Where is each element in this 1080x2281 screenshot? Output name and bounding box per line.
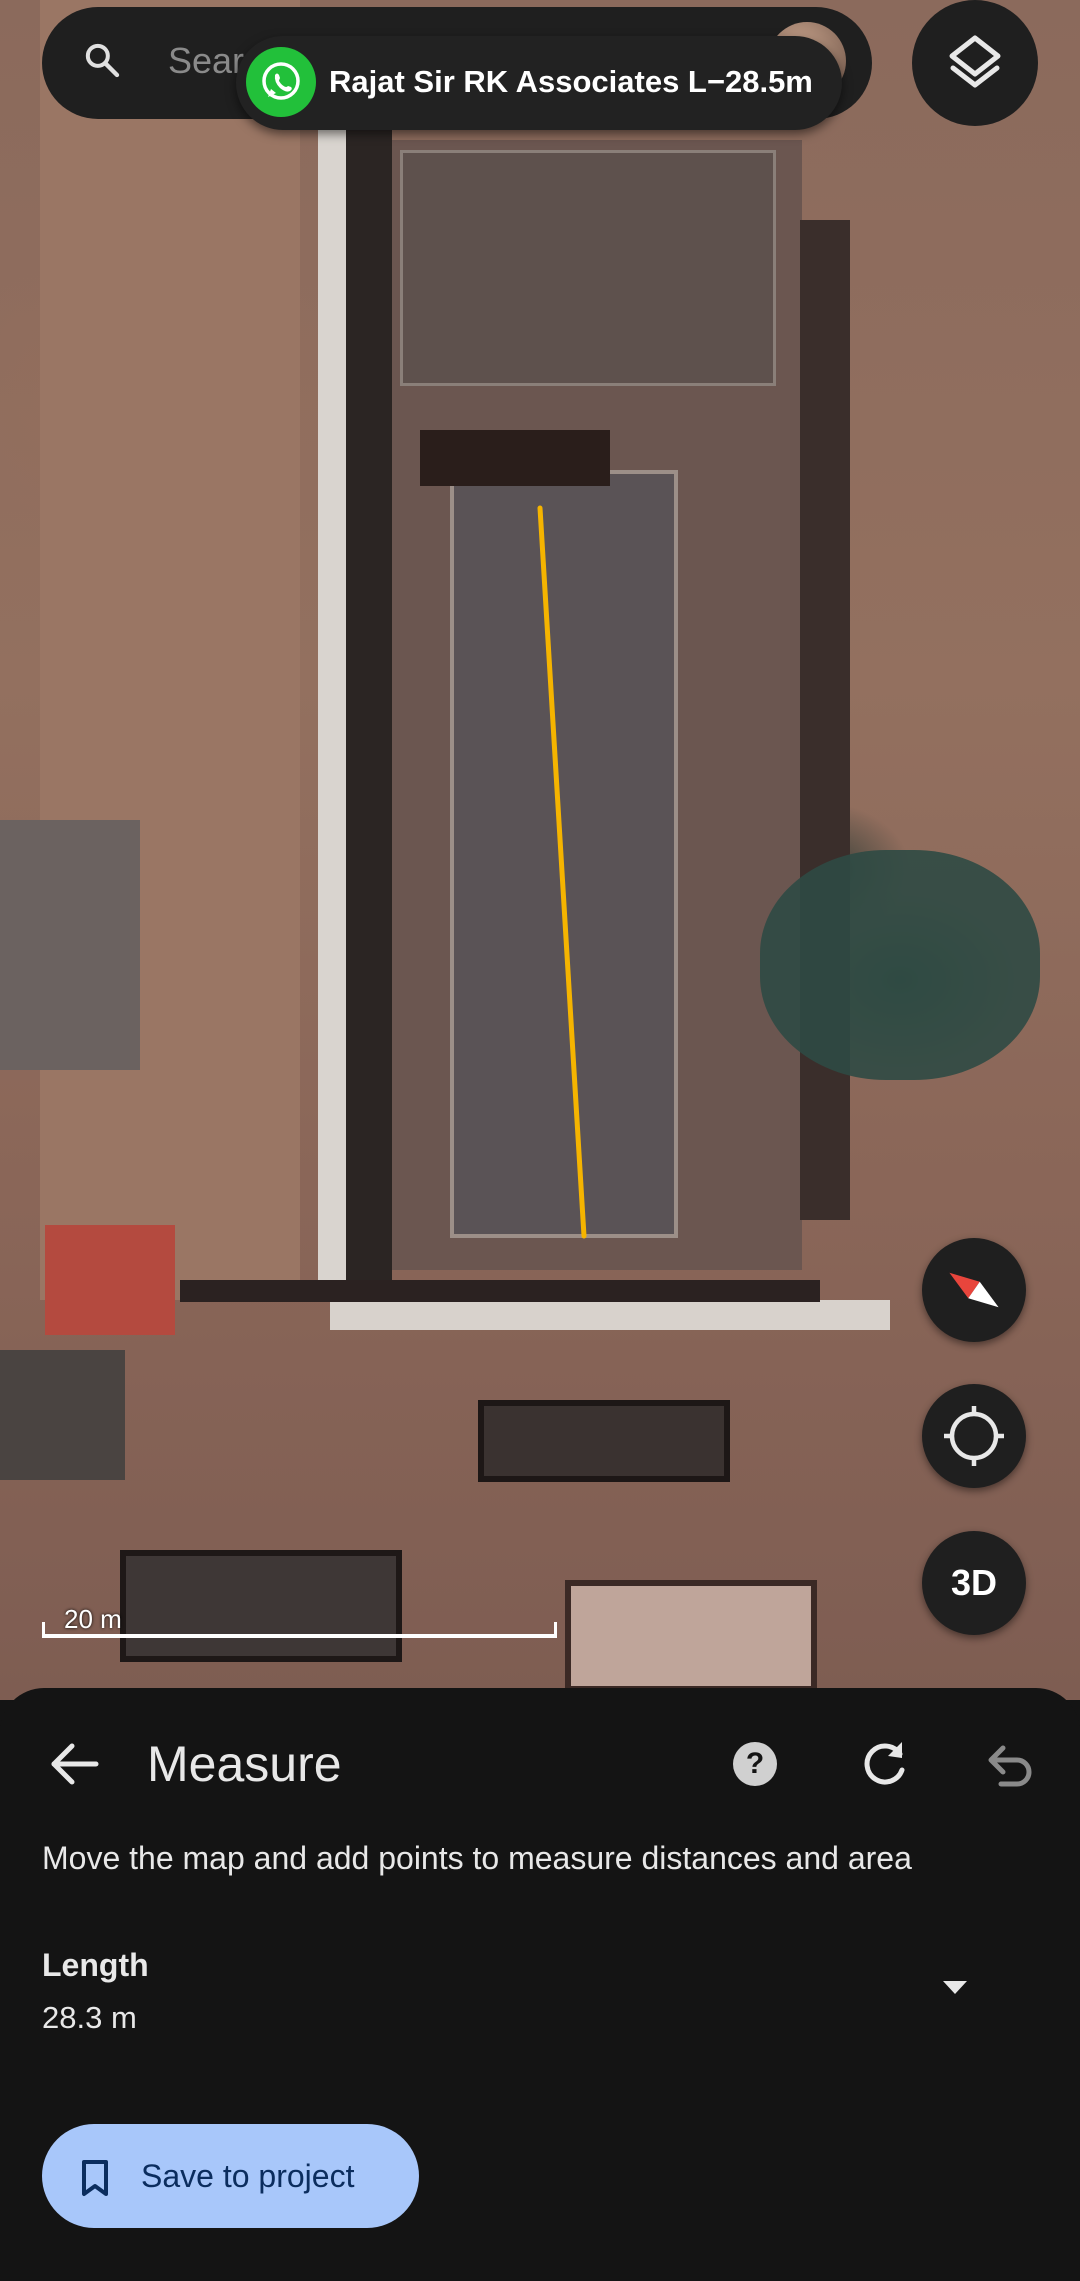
compass-icon bbox=[949, 1272, 999, 1308]
3d-view-label: 3D bbox=[950, 1562, 998, 1603]
my-location-icon bbox=[944, 1406, 1004, 1466]
notification-chip-text: Rajat Sir RK Associates L−28.5m bbox=[329, 64, 813, 99]
layers-icon bbox=[949, 35, 1001, 88]
measure-instructions: Move the map and add points to measure d… bbox=[42, 1840, 912, 1876]
help-icon[interactable]: ? bbox=[733, 1742, 777, 1786]
search-input[interactable]: Sear bbox=[168, 40, 244, 82]
bookmark-icon bbox=[82, 2160, 108, 2196]
measure-line bbox=[537, 505, 587, 1239]
scale-label: 20 m bbox=[64, 1604, 122, 1634]
save-to-project-button[interactable]: Save to project bbox=[42, 2124, 419, 2228]
length-value: 28.3 m bbox=[42, 2000, 137, 2035]
map-scale-bar: 20 m bbox=[42, 1604, 557, 1638]
my-location-button[interactable] bbox=[922, 1384, 1026, 1488]
compass-button[interactable] bbox=[922, 1238, 1026, 1342]
3d-view-button[interactable]: 3D bbox=[922, 1531, 1026, 1635]
satellite-map[interactable]: 20 m bbox=[0, 0, 1080, 1700]
back-arrow-icon[interactable] bbox=[40, 1728, 112, 1800]
undo-icon[interactable] bbox=[975, 1732, 1039, 1796]
refresh-icon[interactable] bbox=[852, 1732, 916, 1796]
whatsapp-icon bbox=[246, 47, 316, 117]
search-icon[interactable] bbox=[82, 40, 122, 80]
page-title: Measure bbox=[147, 1736, 342, 1792]
layers-button[interactable] bbox=[912, 0, 1038, 126]
chevron-down-icon[interactable] bbox=[935, 1972, 975, 2002]
length-label: Length bbox=[42, 1947, 149, 1983]
save-button-label: Save to project bbox=[141, 2158, 355, 2194]
